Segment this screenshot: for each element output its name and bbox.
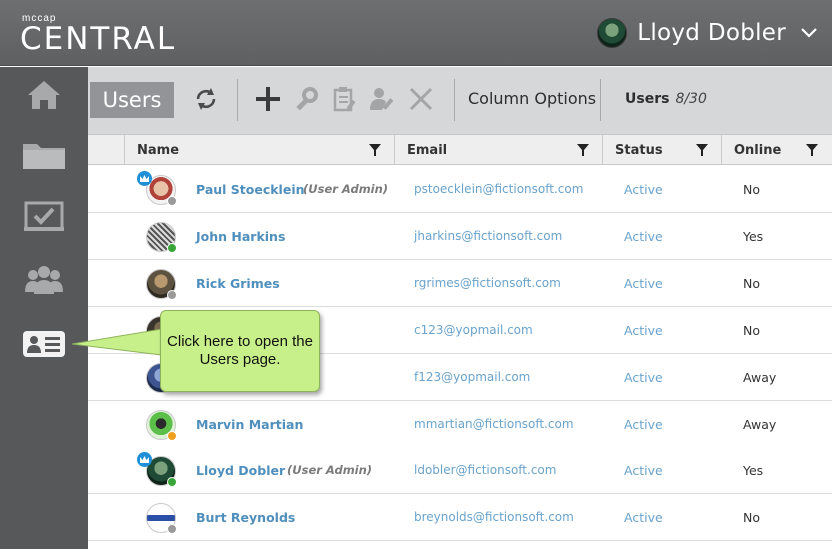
- user-name-link[interactable]: John Harkins: [196, 229, 285, 244]
- table-row[interactable]: Lloyd Dobler (User Admin) ldobler@fictio…: [88, 447, 832, 494]
- add-user-button[interactable]: [253, 84, 283, 114]
- user-name-link[interactable]: Burt Reynolds: [196, 510, 295, 525]
- user-online: Yes: [743, 229, 764, 244]
- presence-offline-icon: [167, 196, 177, 206]
- user-name-link[interactable]: Paul Stoecklein: [196, 182, 305, 197]
- user-email[interactable]: breynolds@fictionsoft.com: [414, 510, 574, 524]
- user-online: No: [743, 323, 760, 338]
- user-online: No: [743, 182, 760, 197]
- tab-users[interactable]: Users: [90, 82, 174, 118]
- toolbar: Users Column Options Users 8/30: [88, 67, 832, 135]
- folder-icon: [22, 140, 66, 175]
- presence-offline-icon: [167, 290, 177, 300]
- user-settings-icon[interactable]: [292, 84, 322, 114]
- column-header-label: Email: [407, 142, 448, 158]
- table-row[interactable]: Paul Stoecklein (User Admin) pstoecklein…: [88, 166, 832, 213]
- home-icon: [27, 80, 61, 115]
- checkbox-icon: [24, 201, 64, 236]
- admin-crown-icon: [137, 452, 152, 467]
- user-online: Yes: [743, 463, 764, 478]
- delete-icon[interactable]: [406, 84, 436, 114]
- sidebar-item-folders[interactable]: [0, 127, 88, 187]
- sidebar: [0, 67, 88, 549]
- presence-away-icon: [167, 431, 177, 441]
- callout-tooltip: Click here to open the Users page.: [160, 310, 320, 392]
- column-header-status[interactable]: Status: [602, 135, 721, 165]
- sidebar-item-groups[interactable]: [0, 251, 88, 311]
- user-status: Active: [624, 463, 663, 478]
- column-header-name[interactable]: Name: [124, 135, 394, 165]
- users-count: Users 8/30: [625, 91, 707, 107]
- user-status: Active: [624, 323, 663, 338]
- toolbar-divider: [237, 79, 238, 121]
- user-status: Active: [624, 417, 663, 432]
- column-header-label: Name: [137, 142, 180, 158]
- refresh-icon[interactable]: [191, 84, 221, 114]
- user-email[interactable]: pstoecklein@fictionsoft.com: [414, 182, 583, 196]
- filter-icon[interactable]: [806, 144, 818, 156]
- user-email[interactable]: f123@yopmail.com: [414, 370, 530, 384]
- sidebar-item-home[interactable]: [0, 67, 88, 127]
- user-status: Active: [624, 276, 663, 291]
- callout-text: Click here to open the Users page.: [167, 333, 313, 368]
- group-icon: [25, 264, 63, 299]
- avatar: [597, 18, 628, 48]
- toolbar-divider: [600, 79, 601, 121]
- column-header-label: Status: [615, 142, 663, 158]
- clipboard-icon[interactable]: [329, 84, 359, 114]
- user-admin-tag: (User Admin): [303, 182, 389, 196]
- presence-offline-icon: [167, 524, 177, 534]
- user-email[interactable]: jharkins@fictionsoft.com: [414, 229, 562, 243]
- user-status: Active: [624, 229, 663, 244]
- users-count-value: 8/30: [675, 91, 707, 107]
- user-email[interactable]: mmartian@fictionsoft.com: [414, 417, 574, 431]
- user-online: No: [743, 510, 760, 525]
- table-header: Name Email Status Online: [88, 135, 832, 165]
- user-name-link[interactable]: Rick Grimes: [196, 276, 280, 291]
- sidebar-item-tasks[interactable]: [0, 188, 88, 248]
- user-edit-icon[interactable]: [367, 84, 397, 114]
- user-email[interactable]: ldobler@fictionsoft.com: [414, 463, 556, 477]
- user-name: Lloyd Dobler: [637, 20, 786, 46]
- column-options-button[interactable]: Column Options: [468, 89, 596, 108]
- table-row[interactable]: Burt Reynolds breynolds@fictionsoft.com …: [88, 494, 832, 541]
- table-row[interactable]: Rick Grimes rgrimes@fictionsoft.com Acti…: [88, 260, 832, 307]
- user-name-link[interactable]: Marvin Martian: [196, 417, 303, 432]
- top-header: mccap CENTRAL Lloyd Dobler: [0, 0, 832, 66]
- toolbar-divider: [454, 79, 455, 121]
- user-status: Active: [624, 370, 663, 385]
- admin-crown-icon: [137, 171, 152, 186]
- table-row[interactable]: Marvin Martian mmartian@fictionsoft.com …: [88, 401, 832, 448]
- user-admin-tag: (User Admin): [287, 463, 373, 477]
- column-header-online[interactable]: Online: [721, 135, 832, 165]
- presence-online-icon: [167, 243, 177, 253]
- user-status: Active: [624, 510, 663, 525]
- users-count-label: Users: [625, 91, 670, 107]
- user-menu[interactable]: Lloyd Dobler: [597, 16, 822, 50]
- callout-pointer: [72, 328, 163, 356]
- user-status: Active: [624, 182, 663, 197]
- filter-icon[interactable]: [696, 144, 708, 156]
- user-online: No: [743, 276, 760, 291]
- user-name-link[interactable]: Lloyd Dobler: [196, 463, 285, 478]
- column-header-email[interactable]: Email: [394, 135, 602, 165]
- column-header-label: Online: [734, 142, 782, 158]
- user-online: Away: [743, 370, 777, 385]
- table-row[interactable]: John Harkins jharkins@fictionsoft.com Ac…: [88, 213, 832, 260]
- filter-icon[interactable]: [577, 144, 589, 156]
- chevron-down-icon[interactable]: [796, 20, 822, 46]
- brand-name: CENTRAL: [20, 21, 177, 57]
- user-email[interactable]: c123@yopmail.com: [414, 323, 533, 337]
- filter-icon[interactable]: [369, 144, 381, 156]
- app-logo[interactable]: mccap CENTRAL: [20, 14, 177, 57]
- user-card-icon: [22, 330, 66, 363]
- user-email[interactable]: rgrimes@fictionsoft.com: [414, 276, 561, 290]
- user-online: Away: [743, 417, 777, 432]
- presence-online-icon: [167, 477, 177, 487]
